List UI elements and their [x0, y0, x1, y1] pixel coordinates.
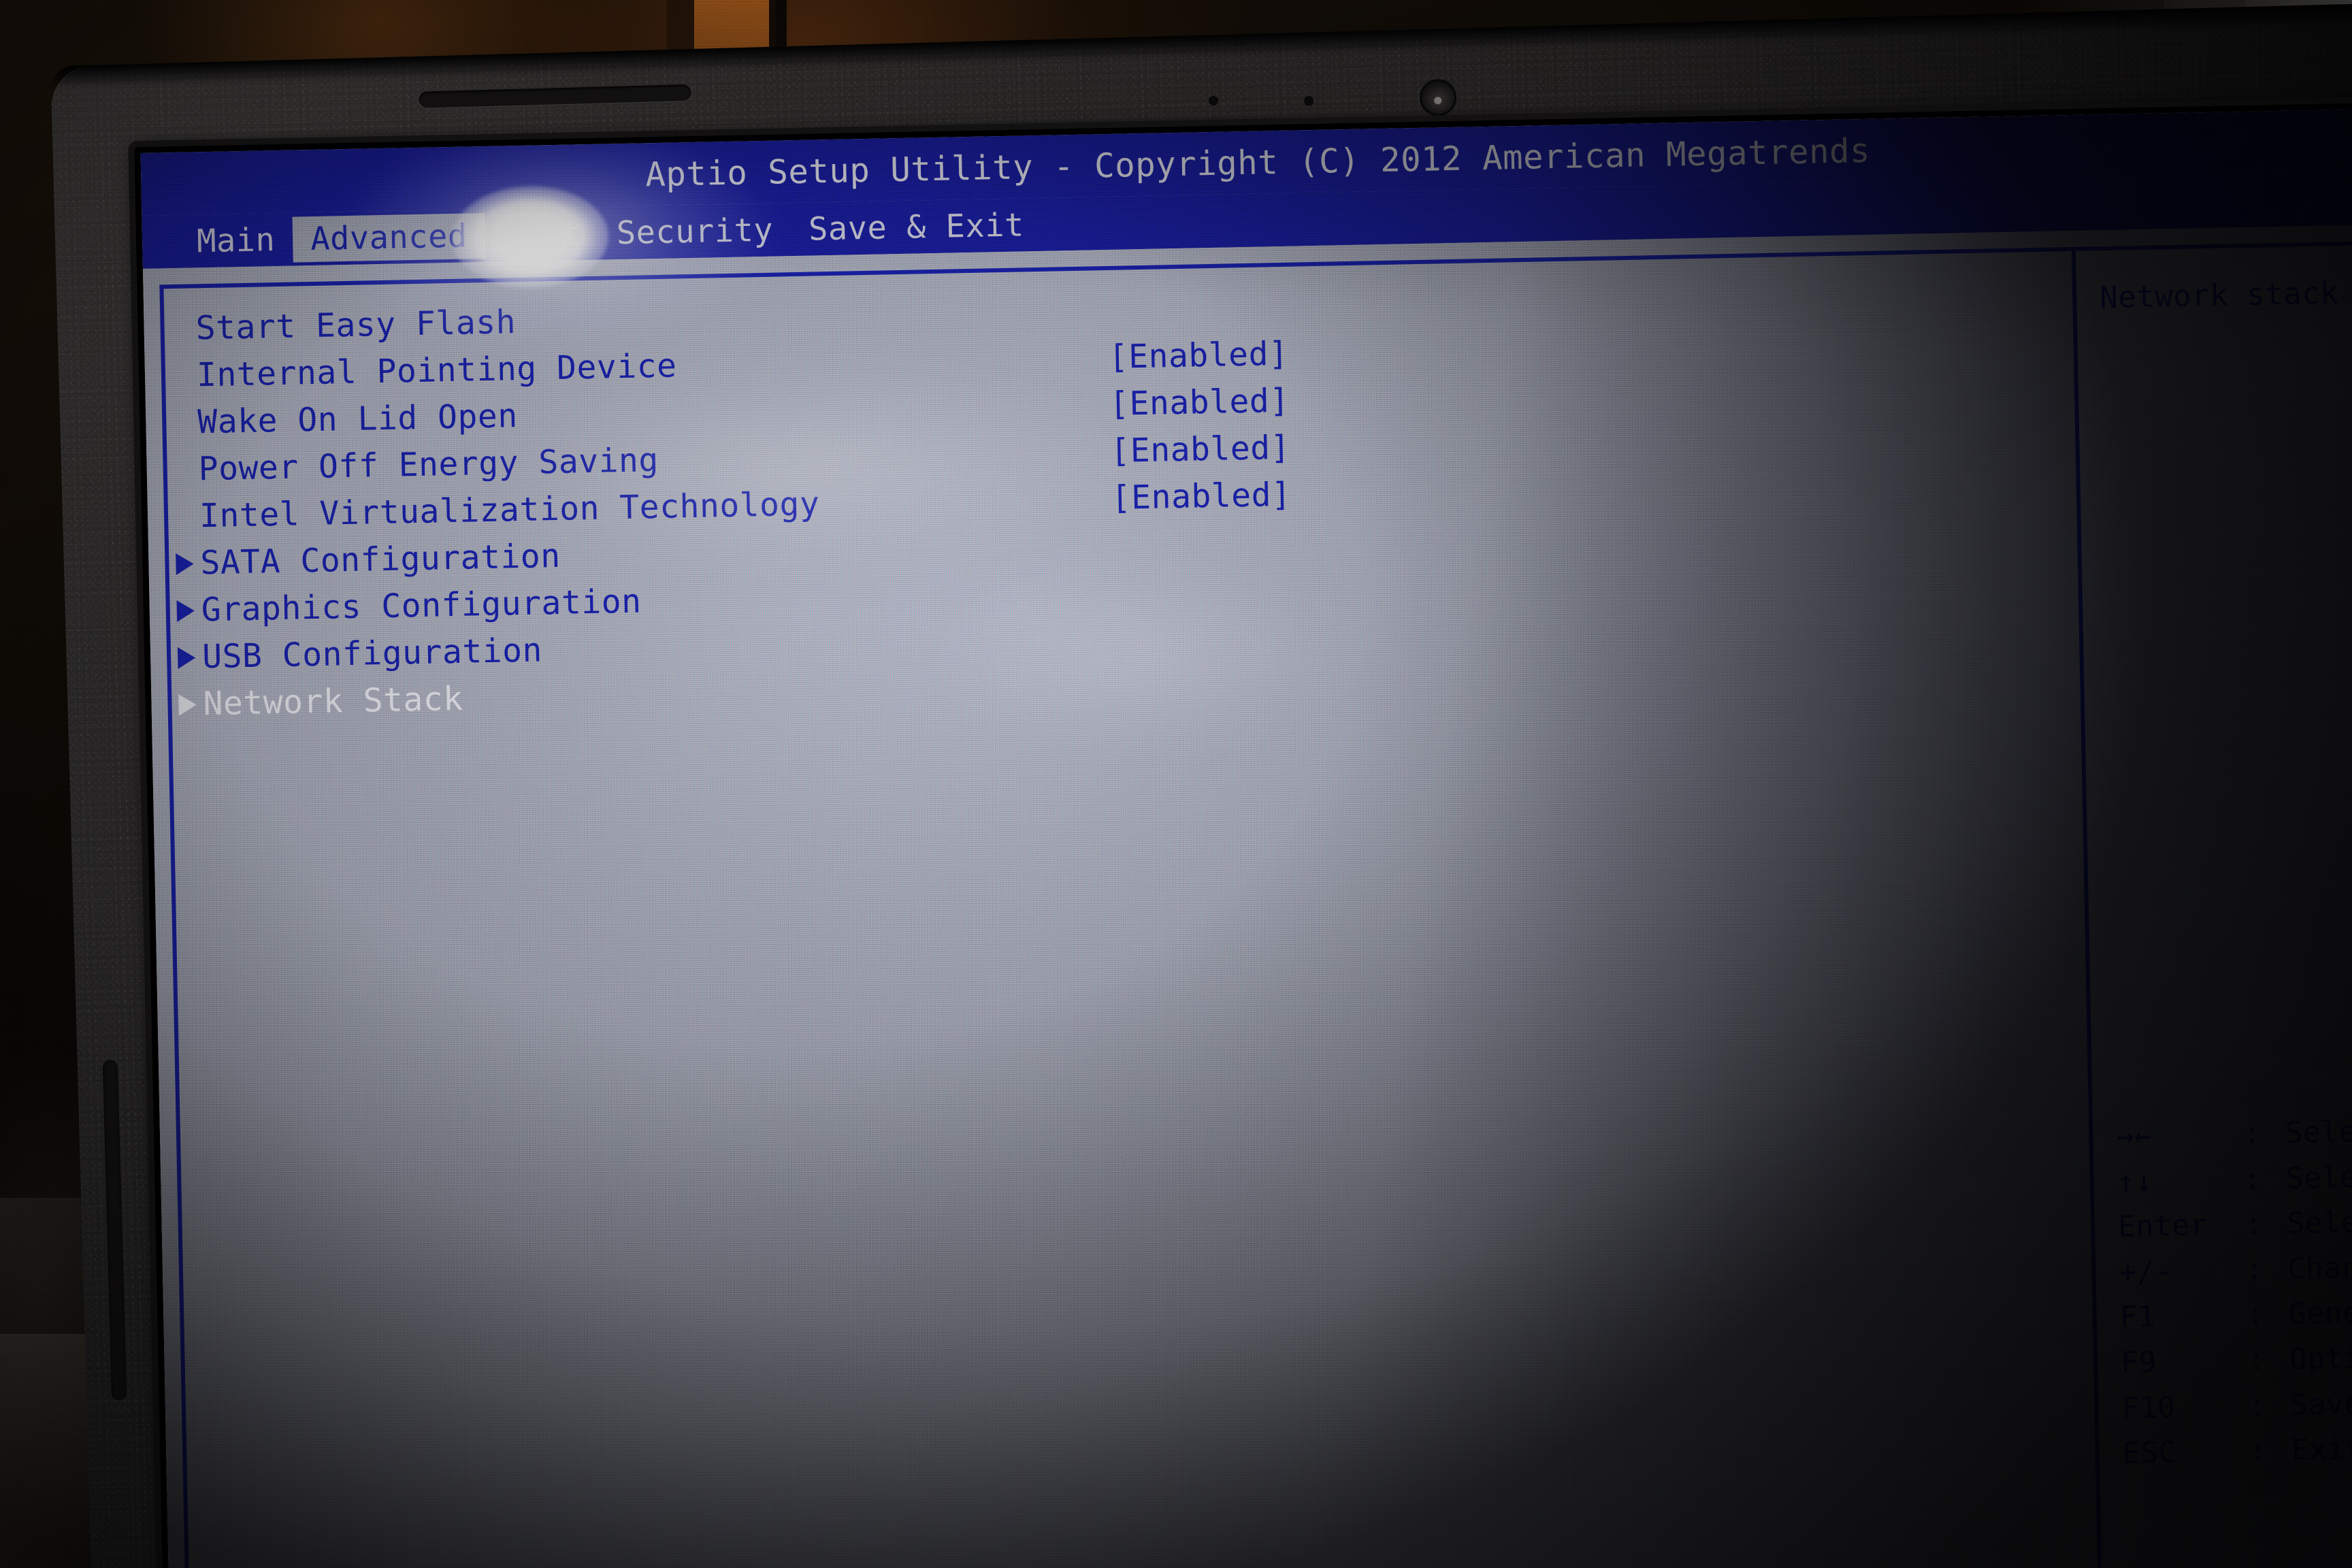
key-name: F1	[2119, 1300, 2157, 1335]
menu-item-value: [Enabled]	[1108, 334, 1289, 376]
submenu-arrow-icon	[176, 553, 194, 576]
menu-item-value: [Enabled]	[1109, 381, 1290, 423]
key-action: General Help	[2288, 1293, 2352, 1332]
tab-security[interactable]: Security	[598, 207, 791, 257]
key-name: →←	[2116, 1118, 2153, 1154]
submenu-arrow-icon	[176, 600, 195, 623]
key-name: F9	[2120, 1345, 2157, 1380]
key-name: Enter	[2117, 1208, 2208, 1245]
key-separator: :	[2242, 1116, 2261, 1152]
menu-item-label: Network Stack	[202, 679, 464, 723]
key-separator: :	[2244, 1207, 2264, 1242]
submenu-arrow-icon	[178, 693, 197, 717]
key-action: Select Item	[2285, 1158, 2352, 1196]
bios-body: Start Easy Flash Internal Pointing Devic…	[142, 225, 2352, 1568]
key-action: Select	[2286, 1205, 2352, 1241]
lcd-panel: Aptio Setup Utility - Copyright (C) 2012…	[134, 103, 2352, 1568]
bios-settings-list: Start Easy Flash Internal Pointing Devic…	[176, 267, 2074, 727]
key-separator: :	[2247, 1343, 2266, 1378]
photo-scene: Aptio Setup Utility - Copyright (C) 2012…	[0, 0, 2352, 1568]
bios-key-legend: →←: Select Screen ↑↓: Select Item Enter: Se…	[2116, 1103, 2352, 1477]
menu-item-value: [Enabled]	[1111, 475, 1292, 517]
key-name: ESC	[2122, 1435, 2177, 1471]
key-action: Optimized Defaults	[2289, 1337, 2352, 1377]
help-description: Network stack settings	[2099, 273, 2352, 316]
tab-boot[interactable]: Boot	[485, 210, 599, 258]
bios-help-pane: Network stack settings →←: Select Screen …	[2071, 241, 2352, 1568]
key-separator: :	[2247, 1388, 2267, 1423]
key-name: +/-	[2119, 1254, 2174, 1290]
bios-screen: Aptio Setup Utility - Copyright (C) 2012…	[140, 109, 2352, 1568]
key-action: Select Screen	[2285, 1111, 2352, 1150]
menu-item-value: [Enabled]	[1109, 428, 1291, 470]
key-separator: :	[2246, 1298, 2265, 1333]
key-separator: :	[2243, 1162, 2262, 1196]
key-action: Change Opt.	[2287, 1248, 2352, 1286]
laptop-lid: Aptio Setup Utility - Copyright (C) 2012…	[50, 3, 2352, 1568]
key-separator: :	[2245, 1252, 2264, 1288]
tab-main[interactable]: Main	[178, 216, 293, 264]
bios-settings-pane: Start Easy Flash Internal Pointing Devic…	[159, 247, 2098, 1568]
tab-save-and-exit[interactable]: Save & Exit	[790, 201, 1042, 252]
key-name: F10	[2121, 1390, 2176, 1426]
key-legend-row: →←: Select Screen	[2116, 1103, 2352, 1159]
submenu-arrow-icon	[177, 647, 196, 670]
key-separator: :	[2249, 1434, 2268, 1469]
key-action: Exit	[2291, 1432, 2352, 1468]
tab-advanced[interactable]: Advanced	[292, 212, 486, 263]
key-action: Save & Exit	[2289, 1384, 2352, 1422]
key-name: ↑↓	[2117, 1164, 2154, 1199]
